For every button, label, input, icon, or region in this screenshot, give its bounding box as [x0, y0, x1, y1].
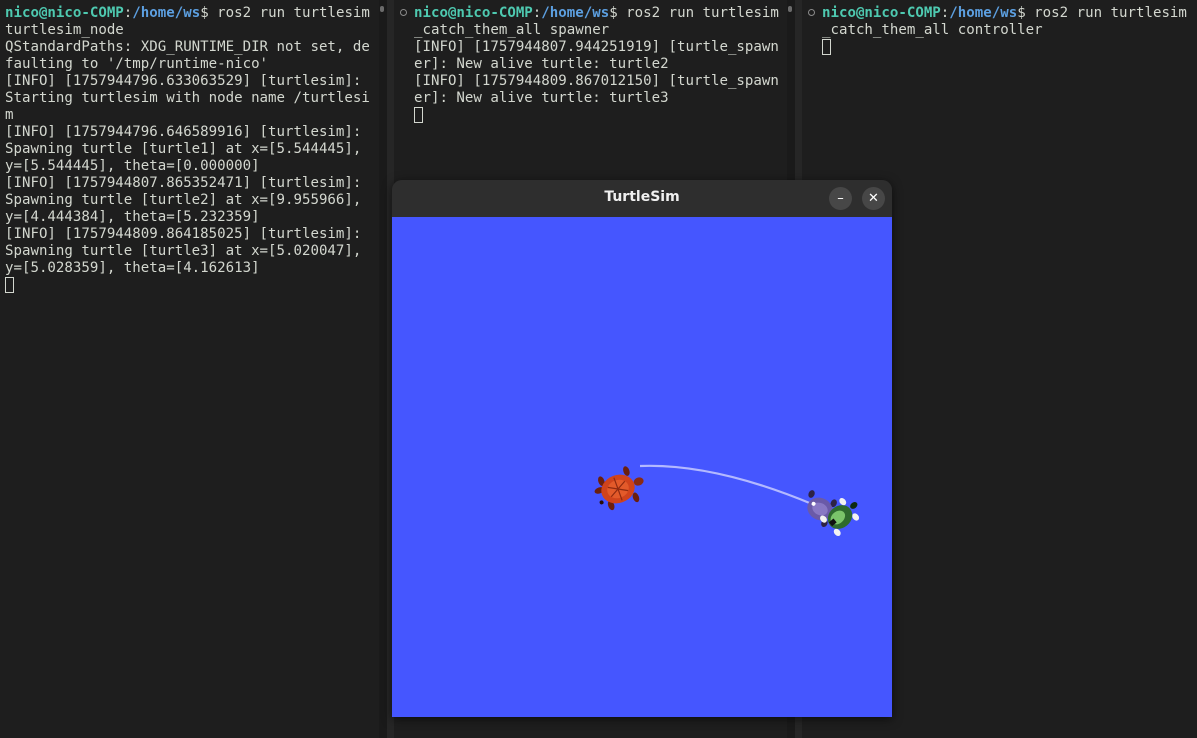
- turtlesim-window[interactable]: TurtleSim – ✕: [392, 180, 892, 717]
- terminal-scrollbar[interactable]: [379, 0, 387, 738]
- window-title: TurtleSim: [604, 189, 680, 205]
- turtle-orange-icon: [594, 466, 644, 511]
- text-cursor: [5, 277, 14, 293]
- minimize-button[interactable]: –: [829, 187, 852, 210]
- prompt-user: nico@nico-COMP: [5, 5, 124, 21]
- terminal-text[interactable]: nico@nico-COMP:/home/ws$ ros2 run turtle…: [0, 0, 379, 295]
- terminal-activity-icon: [400, 9, 407, 16]
- terminal-output: QStandardPaths: XDG_RUNTIME_DIR not set,…: [5, 39, 370, 276]
- text-cursor: [414, 107, 423, 123]
- scrollbar-thumb[interactable]: [380, 6, 384, 12]
- turtlesim-canvas: [392, 217, 892, 717]
- turtlesim-scene: [594, 464, 860, 536]
- prompt-path: /home/ws: [132, 5, 201, 21]
- prompt-path: /home/ws: [541, 5, 610, 21]
- terminal-text[interactable]: nico@nico-COMP:/home/ws$ ros2 run turtle…: [802, 0, 1197, 57]
- terminal-text[interactable]: nico@nico-COMP:/home/ws$ ros2 run turtle…: [394, 0, 787, 125]
- prompt-user: nico@nico-COMP: [414, 5, 533, 21]
- scrollbar-thumb[interactable]: [788, 6, 792, 12]
- terminal-pane-turtlesim-node[interactable]: nico@nico-COMP:/home/ws$ ros2 run turtle…: [0, 0, 379, 738]
- terminal-activity-icon: [808, 9, 815, 16]
- prompt-user: nico@nico-COMP: [822, 5, 941, 21]
- prompt-path: /home/ws: [949, 5, 1018, 21]
- text-cursor: [822, 39, 831, 55]
- window-titlebar[interactable]: TurtleSim – ✕: [392, 180, 892, 218]
- close-button[interactable]: ✕: [862, 187, 885, 210]
- terminal-output: [INFO] [1757944807.944251919] [turtle_sp…: [414, 39, 779, 106]
- turtle-trail: [639, 464, 813, 506]
